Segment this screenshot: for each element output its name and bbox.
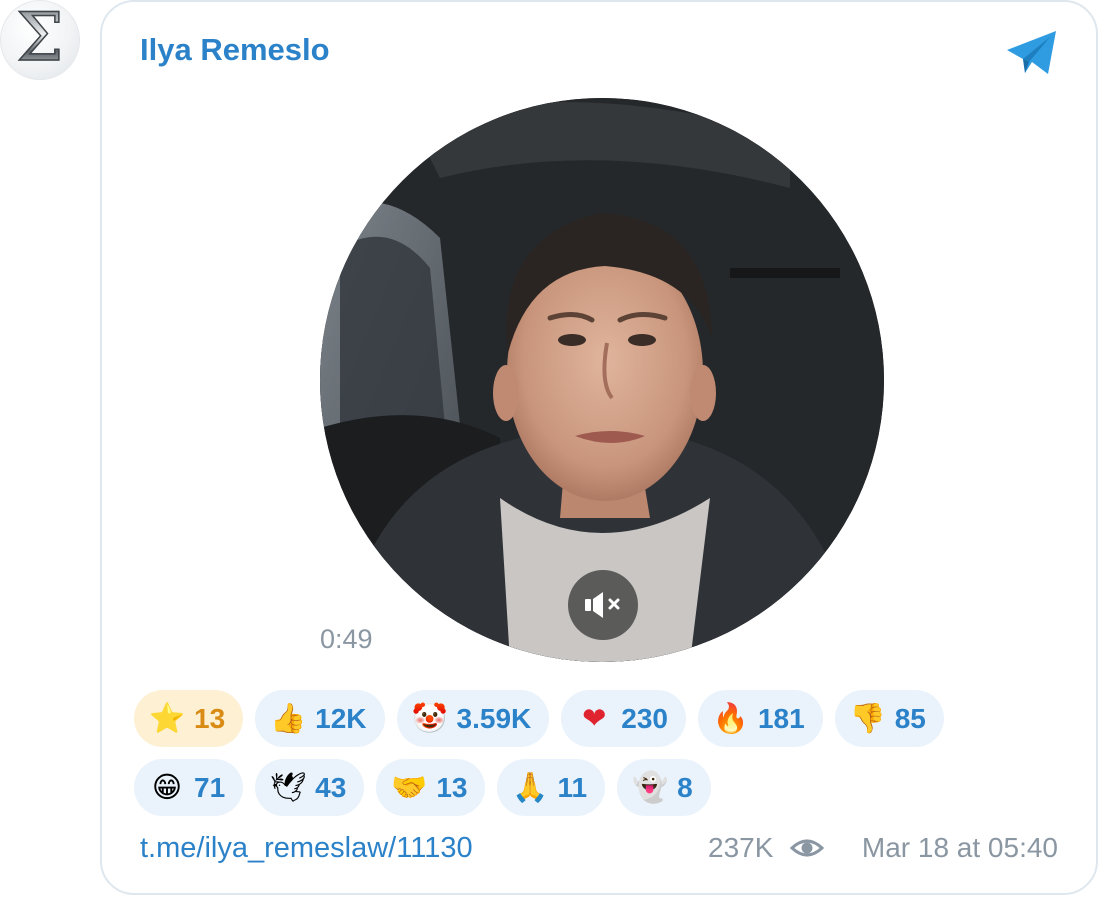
channel-avatar[interactable]: Σ bbox=[0, 0, 80, 80]
reaction-handshake-chip[interactable]: 🤝 13 bbox=[376, 759, 486, 816]
video-duration: 0:49 bbox=[320, 624, 373, 654]
post-card: Ilya Remeslo 0:49 ⭐ 13 👍 12K 🤡 3.59K ❤ 2… bbox=[100, 0, 1098, 895]
view-count: 237K bbox=[708, 832, 774, 863]
post-date: Mar 18 at 05:40 bbox=[861, 832, 1058, 863]
heart-icon: ❤ bbox=[582, 701, 607, 735]
reactions-row-1: ⭐ 13 👍 12K 🤡 3.59K ❤ 230 🔥 181 👎 85 bbox=[134, 690, 1074, 747]
reaction-thumbs-up-chip[interactable]: 👍 12K bbox=[255, 690, 385, 747]
star-icon: ⭐ bbox=[148, 701, 186, 735]
fire-icon: 🔥 bbox=[712, 701, 750, 735]
channel-name[interactable]: Ilya Remeslo bbox=[140, 32, 330, 68]
eye-icon bbox=[790, 839, 824, 857]
ghost-icon: 👻 bbox=[632, 770, 669, 804]
reaction-fire-chip[interactable]: 🔥 181 bbox=[697, 690, 823, 747]
thumbs-down-icon: 👎 bbox=[849, 701, 886, 735]
reaction-thumbs-down-chip[interactable]: 👎 85 bbox=[834, 690, 944, 747]
reaction-pray-chip[interactable]: 🙏 11 bbox=[497, 759, 606, 816]
dove-icon: 🕊 bbox=[269, 770, 307, 804]
reaction-heart-chip[interactable]: ❤ 230 bbox=[561, 690, 686, 747]
reaction-star-chip[interactable]: ⭐ 13 bbox=[134, 690, 244, 747]
reaction-count: 43 bbox=[315, 771, 347, 803]
reaction-count: 230 bbox=[621, 702, 668, 734]
telegram-plane-icon[interactable] bbox=[1004, 28, 1060, 78]
reaction-count: 11 bbox=[557, 771, 588, 803]
reaction-grin-chip[interactable]: 😁 71 bbox=[134, 759, 244, 816]
reaction-count: 8 bbox=[677, 771, 693, 803]
reaction-clown-chip[interactable]: 🤡 3.59K bbox=[396, 690, 550, 747]
sigma-logo-icon: Σ bbox=[16, 0, 64, 76]
reaction-count: 12K bbox=[315, 702, 367, 734]
reactions-row-2: 😁 71 🕊 43 🤝 13 🙏 11 👻 8 bbox=[134, 759, 1074, 816]
volume-muted-icon bbox=[585, 592, 620, 618]
thumbs-up-icon: 👍 bbox=[270, 701, 307, 735]
reaction-count: 85 bbox=[894, 702, 926, 734]
folded-hands-icon: 🙏 bbox=[512, 770, 549, 804]
reaction-count: 13 bbox=[194, 702, 226, 734]
post-link[interactable]: t.me/ilya_remeslaw/11130 bbox=[140, 832, 473, 865]
mute-toggle-button[interactable] bbox=[568, 570, 638, 640]
reaction-count: 71 bbox=[194, 771, 226, 803]
reaction-count: 3.59K bbox=[456, 702, 532, 734]
reaction-dove-chip[interactable]: 🕊 43 bbox=[255, 759, 365, 816]
handshake-icon: 🤝 bbox=[391, 770, 428, 804]
reaction-count: 181 bbox=[757, 702, 805, 734]
reaction-count: 13 bbox=[436, 771, 468, 803]
reaction-ghost-chip[interactable]: 👻 8 bbox=[617, 759, 711, 816]
grinning-face-icon: 😁 bbox=[151, 770, 183, 804]
clown-face-icon: 🤡 bbox=[411, 701, 448, 735]
